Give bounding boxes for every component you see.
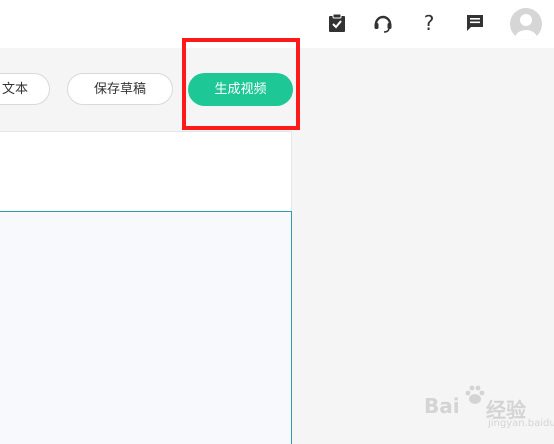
user-avatar[interactable] bbox=[510, 8, 542, 40]
generate-video-button[interactable]: 生成视频 bbox=[188, 73, 293, 106]
question-icon[interactable]: ? bbox=[417, 11, 441, 35]
save-draft-button[interactable]: 保存草稿 bbox=[67, 73, 173, 105]
text-editor-area[interactable] bbox=[0, 211, 292, 444]
watermark-brand: Bai bbox=[424, 394, 460, 418]
text-button[interactable]: 文本 bbox=[0, 73, 50, 105]
paw-logo-icon bbox=[465, 385, 485, 404]
clipboard-check-icon[interactable] bbox=[325, 11, 349, 35]
headset-icon[interactable] bbox=[371, 11, 395, 35]
save-draft-label: 保存草稿 bbox=[93, 82, 146, 97]
baidu-jingyan-watermark: Bai 经验 jingyan.baidu.com bbox=[424, 384, 554, 436]
message-icon[interactable] bbox=[463, 11, 487, 35]
top-header: ? bbox=[0, 0, 554, 48]
watermark-url: jingyan.baidu.com bbox=[488, 418, 554, 429]
help-glyph: ? bbox=[423, 11, 435, 35]
text-button-label: 文本 bbox=[1, 82, 28, 97]
watermark-product: 经验 bbox=[486, 398, 526, 422]
generate-video-label: 生成视频 bbox=[214, 82, 267, 97]
